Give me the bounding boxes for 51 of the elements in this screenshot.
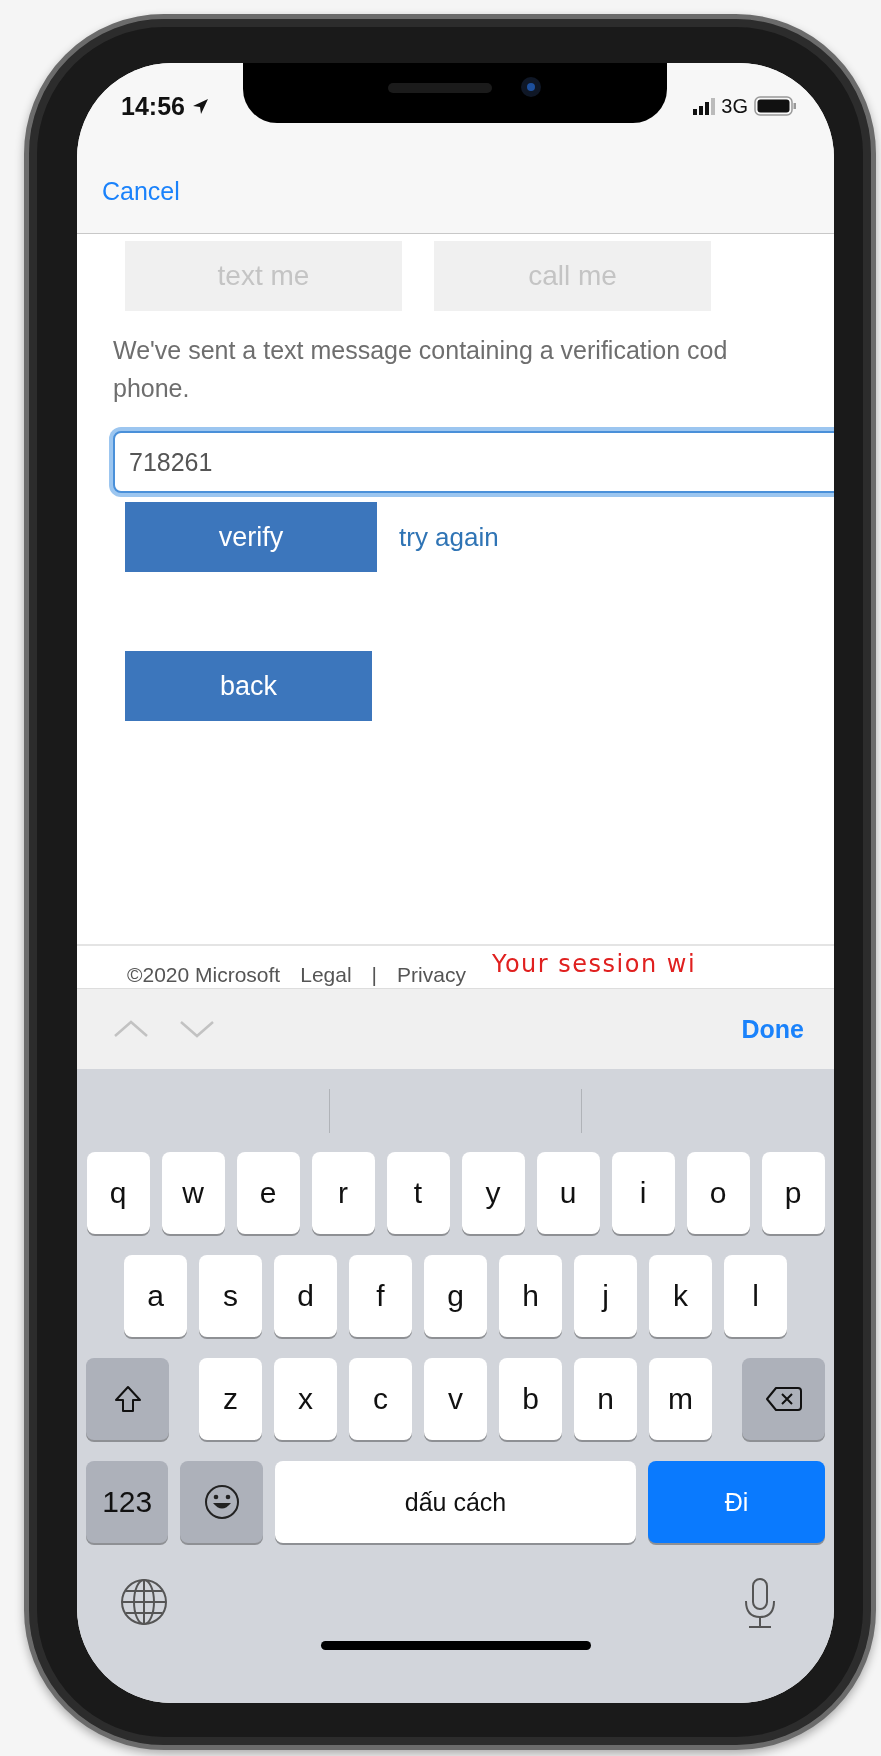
key[interactable]: z bbox=[199, 1358, 262, 1440]
emoji-key[interactable] bbox=[180, 1461, 263, 1543]
shift-arrow-icon bbox=[113, 1385, 142, 1413]
key[interactable]: g bbox=[424, 1255, 487, 1337]
key[interactable]: l bbox=[724, 1255, 787, 1337]
key[interactable]: v bbox=[424, 1358, 487, 1440]
key[interactable]: u bbox=[536, 1152, 600, 1234]
key[interactable]: x bbox=[274, 1358, 337, 1440]
smiley-face-icon bbox=[203, 1484, 240, 1520]
session-warning: Your session wi bbox=[491, 950, 697, 978]
back-button[interactable]: back bbox=[125, 651, 372, 721]
delete-key[interactable] bbox=[742, 1358, 825, 1440]
key[interactable]: f bbox=[349, 1255, 412, 1337]
key[interactable]: d bbox=[274, 1255, 337, 1337]
network-type: 3G bbox=[721, 94, 748, 118]
key[interactable]: k bbox=[649, 1255, 712, 1337]
key[interactable]: o bbox=[686, 1152, 750, 1234]
clock-time: 14:56 bbox=[121, 91, 185, 121]
key[interactable]: s bbox=[199, 1255, 262, 1337]
try-again-link[interactable]: try again bbox=[399, 521, 499, 553]
legal-link[interactable]: Legal bbox=[300, 963, 352, 987]
key[interactable]: q bbox=[86, 1152, 150, 1234]
key[interactable]: p bbox=[761, 1152, 825, 1234]
return-key[interactable]: Đi bbox=[648, 1461, 825, 1543]
key[interactable]: b bbox=[499, 1358, 562, 1440]
key[interactable]: m bbox=[649, 1358, 712, 1440]
key[interactable]: h bbox=[499, 1255, 562, 1337]
verify-button[interactable]: verify bbox=[125, 502, 377, 572]
backspace-icon bbox=[764, 1386, 803, 1412]
key[interactable]: y bbox=[461, 1152, 525, 1234]
key[interactable]: t bbox=[386, 1152, 450, 1234]
key[interactable]: c bbox=[349, 1358, 412, 1440]
key[interactable]: w bbox=[161, 1152, 225, 1234]
shift-key[interactable] bbox=[86, 1358, 169, 1440]
key[interactable]: j bbox=[574, 1255, 637, 1337]
key[interactable]: n bbox=[574, 1358, 637, 1440]
key[interactable]: r bbox=[311, 1152, 375, 1234]
code-input-field[interactable]: 718261 bbox=[113, 431, 834, 493]
separator-text: | bbox=[371, 963, 378, 987]
message-text: We've sent a text message containing a verification cod bbox=[113, 335, 729, 366]
signal-icon bbox=[693, 97, 716, 115]
key[interactable]: e bbox=[236, 1152, 300, 1234]
copyright-text: ©2020 Microsoft bbox=[127, 963, 281, 987]
privacy-link[interactable]: Privacy bbox=[397, 963, 466, 987]
key[interactable]: a bbox=[124, 1255, 187, 1337]
message-text: phone. bbox=[113, 373, 191, 404]
numbers-key[interactable]: 123 bbox=[86, 1461, 169, 1543]
space-key[interactable]: dấu cách bbox=[274, 1461, 637, 1543]
battery-icon bbox=[754, 96, 796, 116]
globe-icon[interactable] bbox=[119, 1577, 169, 1627]
key[interactable]: i bbox=[611, 1152, 675, 1234]
